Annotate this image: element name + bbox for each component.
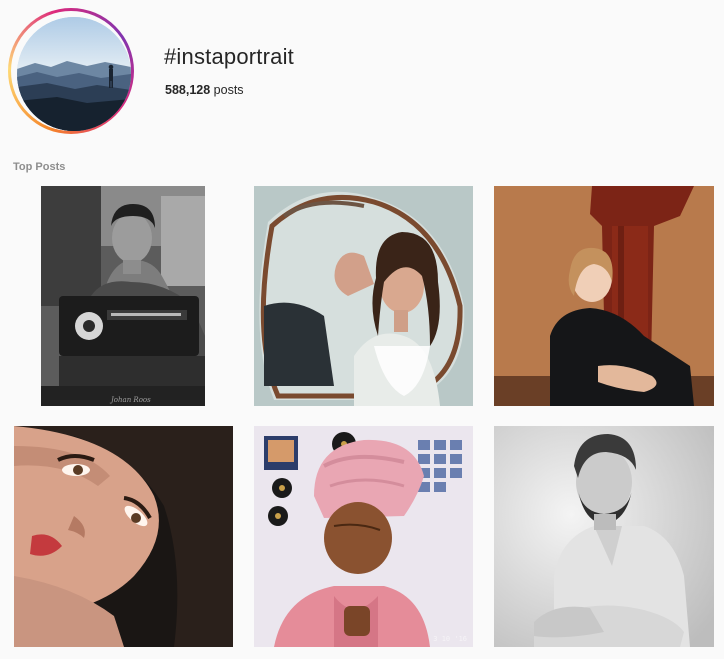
photo-date-stamp: 3 10 '16: [433, 635, 467, 643]
post-image-mirror: [254, 186, 473, 406]
post-image-man: [494, 426, 714, 647]
avatar-gap: [11, 11, 131, 131]
post-thumbnail[interactable]: [254, 186, 473, 406]
post-image-sewing: [41, 186, 205, 406]
post-thumbnail[interactable]: [494, 426, 714, 647]
post-count: 588,128 posts: [165, 83, 244, 97]
post-thumbnail[interactable]: [14, 426, 233, 647]
photo-signature: Johan Roos: [111, 396, 151, 404]
post-image-pillar: [494, 186, 714, 406]
hashtag-title: #instaportrait: [164, 44, 294, 69]
top-posts-label: Top Posts: [13, 161, 66, 173]
avatar-landscape-image: [17, 17, 131, 131]
hashtag-avatar-ring: [8, 8, 134, 134]
post-count-suffix: posts: [210, 83, 244, 97]
post-thumbnail[interactable]: [494, 186, 714, 406]
post-thumbnail[interactable]: 3 10 '16: [254, 426, 473, 647]
post-image-closeup: [14, 426, 233, 647]
hashtag-avatar[interactable]: [17, 17, 131, 131]
post-image-towel: [254, 426, 473, 647]
post-thumbnail[interactable]: Johan Roos: [41, 186, 205, 406]
post-count-number: 588,128: [165, 83, 211, 97]
